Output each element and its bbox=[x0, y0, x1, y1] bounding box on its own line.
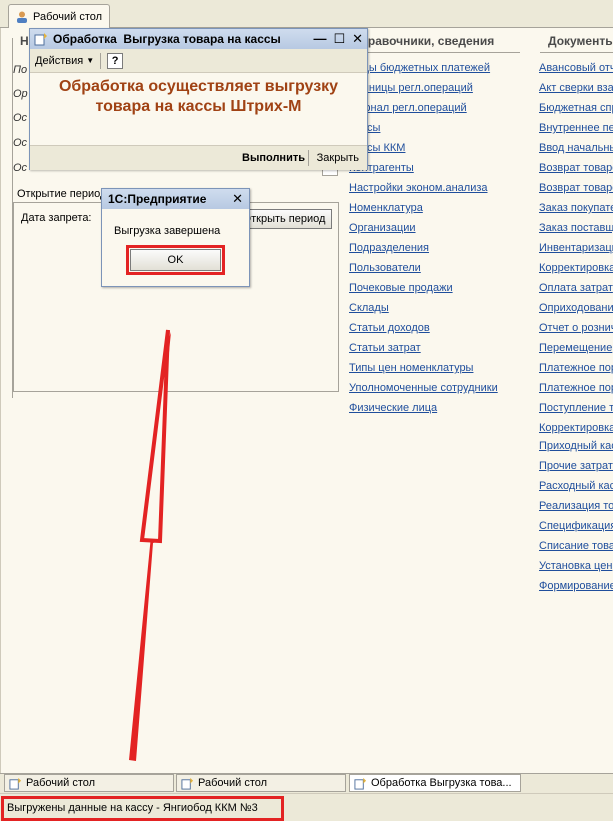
processing-icon bbox=[181, 777, 194, 790]
task-tab-label: Обработка Выгрузка това... bbox=[371, 777, 512, 789]
status-bar: Выгружены данные на кассу - Янгиобод ККМ… bbox=[0, 793, 613, 821]
task-tab-desktop-1[interactable]: Рабочий стол bbox=[4, 774, 174, 792]
arrow-head bbox=[139, 329, 170, 544]
processing-icon bbox=[9, 777, 22, 790]
task-tab-processing[interactable]: Обработка Выгрузка това... bbox=[349, 774, 521, 792]
processing-icon bbox=[354, 777, 367, 790]
task-tab-label: Рабочий стол bbox=[26, 777, 96, 789]
task-tab-desktop-2[interactable]: Рабочий стол bbox=[176, 774, 346, 792]
annotation-arrow bbox=[129, 329, 171, 761]
task-tab-label: Рабочий стол bbox=[198, 777, 268, 789]
status-text: Выгружены данные на кассу - Янгиобод ККМ… bbox=[7, 802, 258, 814]
